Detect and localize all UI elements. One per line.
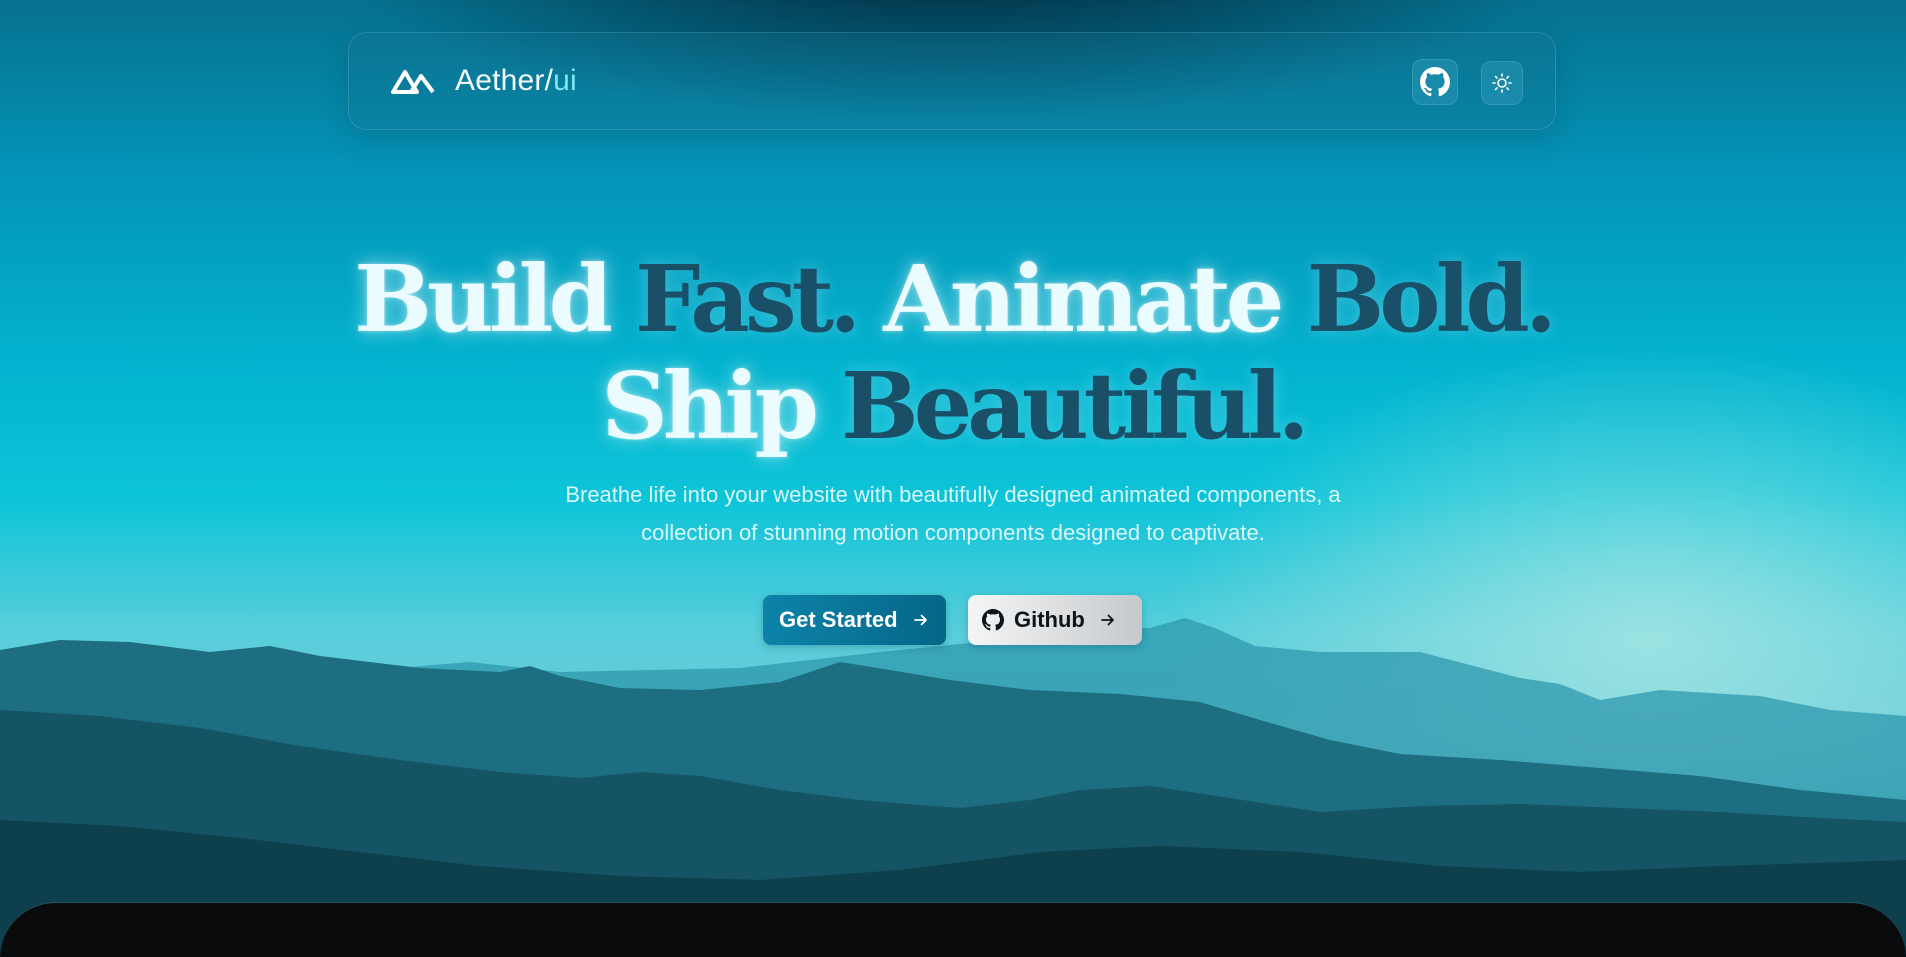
headline-word-beautiful: Beautiful. (840, 352, 1310, 460)
aether-logo-icon (391, 70, 435, 94)
github-icon (982, 609, 1004, 631)
headline-word-ship: Ship (601, 352, 819, 460)
sun-icon (1492, 73, 1512, 93)
bottom-content-panel (0, 902, 1906, 957)
github-button[interactable]: Github (968, 595, 1142, 645)
github-icon (1420, 67, 1450, 97)
top-navbar: Aether/ui (348, 32, 1556, 130)
headline-word-build: Build (354, 245, 613, 353)
arrow-right-icon (1100, 614, 1114, 626)
headline-word-animate: Animate (883, 245, 1284, 353)
brand-name-main: Aether/ (455, 64, 554, 97)
github-button-label: Github (1014, 607, 1085, 632)
brand-home-link[interactable]: Aether/ui (391, 63, 577, 99)
landing-page: Aether/ui Build Fast. Animate Bold. Ship… (0, 0, 1906, 957)
brand-name: Aether/ui (455, 64, 577, 98)
brand-name-accent: ui (553, 64, 577, 97)
headline-word-bold: Bold. (1306, 245, 1556, 353)
hero-subtitle: Breathe life into your website with beau… (503, 476, 1403, 552)
hero-subtitle-line-2: collection of stunning motion components… (641, 520, 1265, 545)
get-started-button[interactable]: Get Started (763, 595, 946, 645)
hero-headline-line-1: Build Fast. Animate Bold. (0, 245, 1906, 353)
hero-subtitle-line-1: Breathe life into your website with beau… (565, 482, 1341, 507)
hero-headline-line-2: Ship Beautiful. (0, 352, 1906, 460)
github-nav-button[interactable] (1412, 59, 1458, 105)
headline-word-fast: Fast. (634, 245, 861, 353)
arrow-right-icon (913, 614, 927, 626)
get-started-label: Get Started (779, 607, 898, 632)
theme-toggle-button[interactable] (1481, 61, 1523, 105)
